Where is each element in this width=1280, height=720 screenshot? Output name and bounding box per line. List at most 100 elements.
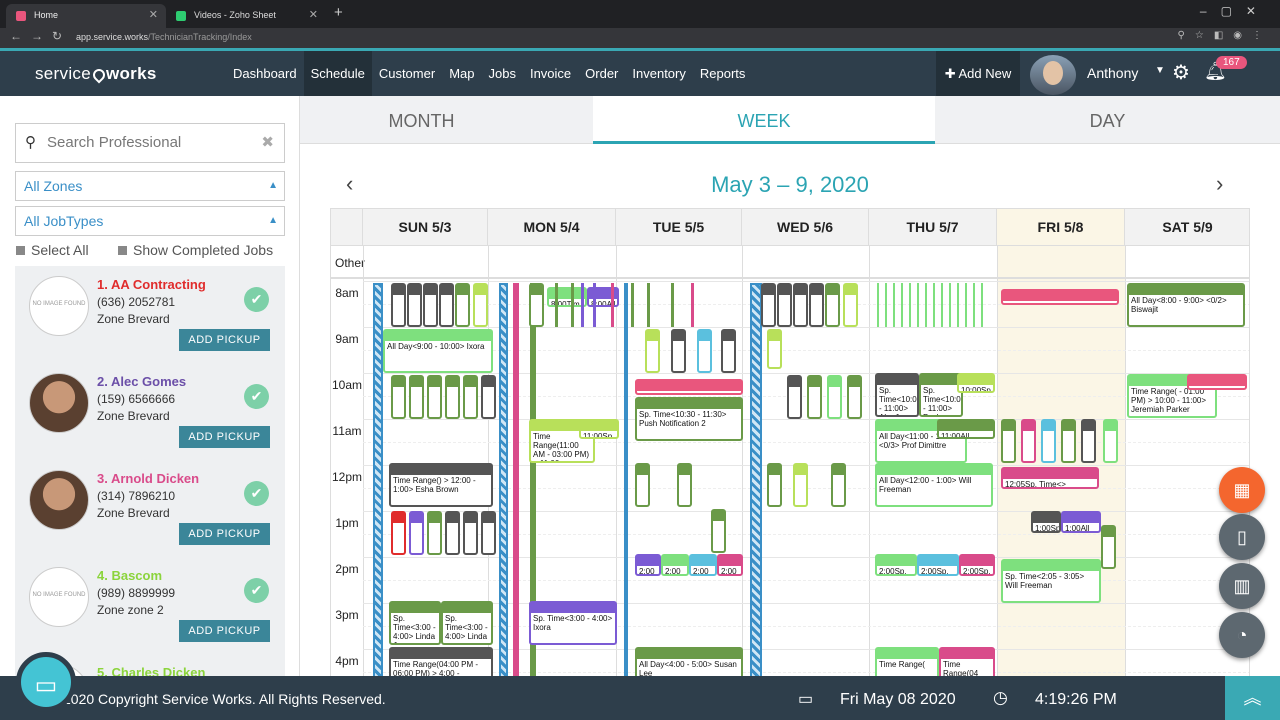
add-pickup-button[interactable]: ADD PICKUP <box>179 523 270 545</box>
zones-select[interactable]: All Zones ▲ <box>15 171 285 201</box>
schedule-event-compact[interactable] <box>1081 419 1096 463</box>
close-tab-icon[interactable]: ✕ <box>149 4 158 26</box>
schedule-event-compact[interactable] <box>1021 419 1036 463</box>
job-tick[interactable] <box>647 283 650 327</box>
close-tab-icon[interactable]: ✕ <box>309 4 318 26</box>
schedule-event-compact[interactable] <box>777 283 792 327</box>
nav-customer[interactable]: Customer <box>372 51 442 96</box>
forward-icon[interactable]: → <box>31 29 43 43</box>
schedule-event-compact[interactable] <box>463 511 478 555</box>
schedule-event[interactable]: All Day<12:00 - 1:00> Will Freeman <box>875 463 993 507</box>
job-tick[interactable] <box>901 283 903 327</box>
schedule-event-compact[interactable] <box>645 329 660 373</box>
reload-icon[interactable]: ↻ <box>52 29 62 43</box>
job-tick[interactable] <box>981 283 983 327</box>
schedule-event-compact[interactable] <box>455 283 470 327</box>
new-tab-icon[interactable]: + <box>334 4 343 21</box>
day-header[interactable]: MON 5/4 <box>488 209 616 245</box>
nav-order[interactable]: Order <box>578 51 625 96</box>
schedule-event-compact[interactable] <box>529 283 544 327</box>
professional-name[interactable]: 1. AA Contracting <box>97 277 206 292</box>
schedule-event-compact[interactable] <box>793 283 808 327</box>
schedule-event-compact[interactable] <box>481 511 496 555</box>
clear-icon[interactable]: ✖ <box>261 124 274 162</box>
job-tick[interactable] <box>877 283 879 327</box>
add-pickup-button[interactable]: ADD PICKUP <box>179 620 270 642</box>
browser-toolbar-icons[interactable]: ⚲☆◧◉⋮ <box>1178 30 1272 41</box>
schedule-event-compact[interactable] <box>825 283 840 327</box>
calendar-view-fab[interactable]: ▦ <box>1219 467 1265 513</box>
multi-day-job-bar[interactable] <box>499 283 508 677</box>
window-controls[interactable]: –▢✕ <box>1200 4 1270 18</box>
schedule-event-compact[interactable] <box>1061 419 1076 463</box>
nav-dashboard[interactable]: Dashboard <box>226 51 304 96</box>
add-new-button[interactable]: ✚ Add New <box>936 51 1020 96</box>
schedule-event-compact[interactable] <box>787 375 802 419</box>
schedule-event-compact[interactable] <box>721 329 736 373</box>
schedule-event-compact[interactable] <box>635 463 650 507</box>
job-tick[interactable] <box>909 283 911 327</box>
browser-tab-home[interactable]: Home ✕ <box>6 4 166 28</box>
nav-schedule[interactable]: Schedule <box>303 51 372 96</box>
schedule-event-compact[interactable] <box>407 283 422 327</box>
schedule-event[interactable]: 10:00Sp. <box>957 373 995 393</box>
schedule-event-compact[interactable] <box>843 283 858 327</box>
show-completed-checkbox[interactable]: Show Completed Jobs <box>118 242 273 258</box>
job-tick[interactable] <box>631 283 634 327</box>
back-icon[interactable]: ← <box>10 29 22 43</box>
job-tick[interactable] <box>571 283 574 327</box>
check-icon[interactable]: ✔ <box>244 481 269 506</box>
schedule-event[interactable]: 2:00 <box>689 554 717 576</box>
job-tick[interactable] <box>949 283 951 327</box>
jobtypes-select[interactable]: All JobTypes ▲ <box>15 206 285 236</box>
schedule-event-compact[interactable] <box>671 329 686 373</box>
schedule-event-compact[interactable] <box>767 329 782 369</box>
schedule-event-compact[interactable] <box>439 283 454 327</box>
schedule-event-compact[interactable] <box>473 283 488 327</box>
schedule-event-compact[interactable] <box>445 375 460 419</box>
job-tick[interactable] <box>885 283 887 327</box>
tab-week[interactable]: WEEK <box>593 96 935 144</box>
schedule-event[interactable]: 10:00Time <box>1187 374 1247 390</box>
professional-name[interactable]: 2. Alec Gomes <box>97 374 186 389</box>
schedule-event[interactable]: 2:00 <box>717 554 743 576</box>
schedule-event-compact[interactable] <box>1041 419 1056 463</box>
add-pickup-button[interactable]: ADD PICKUP <box>179 426 270 448</box>
professional-card[interactable]: NO IMAGE FOUND 1. AA Contracting (636) 205… <box>15 266 285 363</box>
schedule-event[interactable]: 11:00Sp. <box>579 419 619 439</box>
schedule-event[interactable]: All Day<4:00 - 5:00> Susan Lee <box>635 647 743 677</box>
schedule-event[interactable]: 1:00Sp. <box>1031 511 1061 533</box>
schedule-event-compact[interactable] <box>1103 419 1118 463</box>
schedule-event-compact[interactable] <box>831 463 846 507</box>
schedule-event-compact[interactable] <box>423 283 438 327</box>
schedule-event-compact[interactable] <box>391 511 406 555</box>
reports-view-fab[interactable]: ▥ <box>1219 563 1265 609</box>
schedule-event[interactable]: 2:00Sp. <box>959 554 995 576</box>
schedule-event[interactable]: 11:00All <box>937 419 995 439</box>
tab-month[interactable]: MONTH <box>300 96 543 144</box>
schedule-event[interactable]: Sp. Time<10:00 - 11:00> Abc Jon <box>875 373 919 417</box>
schedule-event[interactable]: 2:00 <box>661 554 689 576</box>
schedule-event[interactable]: Sp. Time<3:00 - 4:00> Linda Jon <box>389 601 441 645</box>
schedule-event[interactable]: Time Range( <box>875 647 939 677</box>
job-tick[interactable] <box>925 283 927 327</box>
schedule-event-compact[interactable] <box>677 463 692 507</box>
schedule-event[interactable]: Sp. Time<10:30 - 11:30> Push Notificatio… <box>635 397 743 441</box>
tab-day[interactable]: DAY <box>935 96 1280 144</box>
schedule-event-compact[interactable] <box>391 375 406 419</box>
schedule-event[interactable]: Sp. Time<2:05 - 3:05> Will Freeman <box>1001 559 1101 603</box>
multi-day-job-bar[interactable] <box>624 283 628 677</box>
job-duration-bar[interactable] <box>513 283 519 677</box>
check-icon[interactable]: ✔ <box>244 384 269 409</box>
schedule-event-compact[interactable] <box>409 511 424 555</box>
check-icon[interactable]: ✔ <box>244 578 269 603</box>
schedule-event-compact[interactable] <box>809 283 824 327</box>
multi-day-job-bar[interactable] <box>750 283 762 677</box>
nav-invoice[interactable]: Invoice <box>523 51 578 96</box>
professional-name[interactable]: 4. Bascom <box>97 568 162 583</box>
schedule-event-compact[interactable] <box>793 463 808 507</box>
schedule-event[interactable]: Time Range() > 12:00 - 1:00> Esha Brown <box>389 463 493 507</box>
schedule-event-compact[interactable] <box>409 375 424 419</box>
chevron-right-icon[interactable]: › <box>1216 171 1223 197</box>
schedule-event[interactable]: 8:00All <box>587 287 619 307</box>
